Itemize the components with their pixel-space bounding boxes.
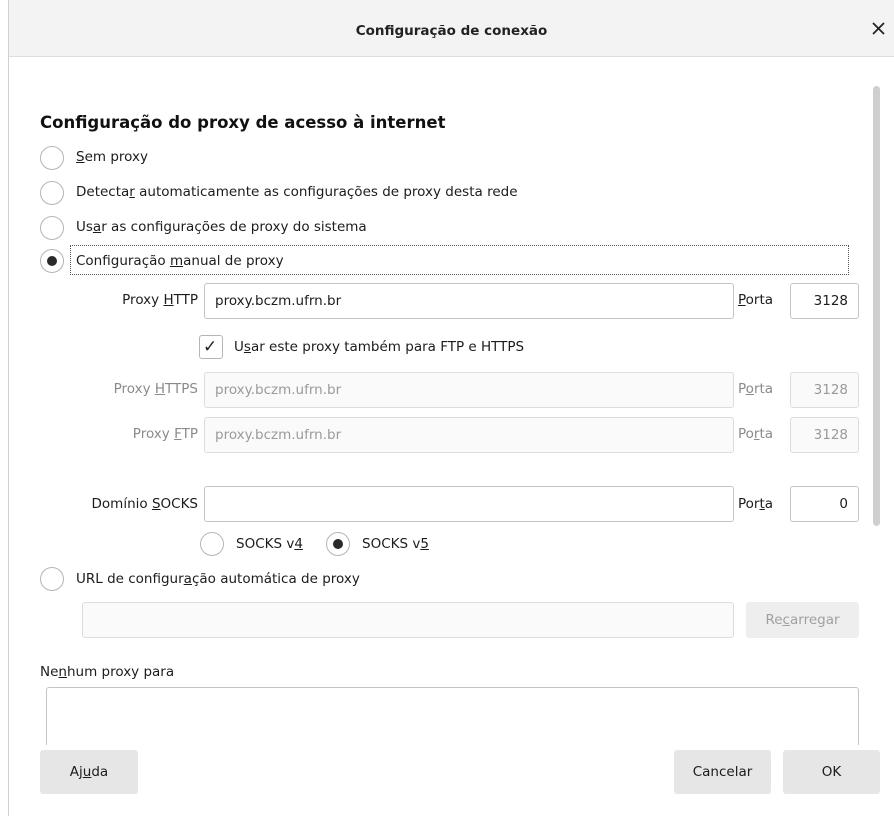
https-port-label: Porta	[738, 381, 774, 397]
close-icon[interactable]	[868, 16, 890, 40]
radio-no-proxy[interactable]	[40, 146, 64, 170]
ftp-port-input: 3128	[790, 417, 859, 453]
help-button[interactable]: Ajuda	[40, 750, 138, 794]
dialog-footer: Ajuda Cancelar OK	[9, 745, 894, 816]
radio-auto-detect[interactable]	[40, 181, 64, 205]
radio-manual-proxy-label[interactable]: Configuração manual de proxy	[76, 253, 284, 269]
section-heading: Configuração do proxy de acesso à intern…	[40, 113, 446, 132]
ftp-proxy-input: proxy.bczm.ufrn.br	[204, 417, 734, 453]
dialog-title: Configuração de conexão	[355, 23, 548, 39]
radio-auto-detect-label[interactable]: Detectar automaticamente as configuraçõe…	[76, 184, 518, 200]
radio-socks-v5-label[interactable]: SOCKS v5	[362, 536, 429, 552]
http-port-label: Porta	[738, 292, 774, 308]
auto-config-url-input	[82, 602, 734, 638]
socks-port-label: Porta	[738, 496, 774, 512]
http-proxy-input[interactable]: proxy.bczm.ufrn.br	[204, 283, 734, 319]
https-proxy-input: proxy.bczm.ufrn.br	[204, 372, 734, 408]
radio-auto-config-url[interactable]	[40, 567, 64, 591]
scrollbar-thumb[interactable]	[873, 86, 880, 526]
socks-host-label: Domínio SOCKS	[91, 496, 198, 512]
ftp-proxy-label: Proxy FTP	[132, 426, 198, 442]
socks-host-input[interactable]	[204, 486, 734, 522]
ftp-port-label: Porta	[738, 426, 774, 442]
cancel-button[interactable]: Cancelar	[674, 750, 771, 794]
radio-system-proxy-label[interactable]: Usar as configurações de proxy do sistem…	[76, 219, 367, 235]
http-proxy-label: Proxy HTTP	[122, 292, 198, 308]
radio-manual-proxy[interactable]	[40, 249, 64, 273]
ok-button[interactable]: OK	[783, 750, 880, 794]
also-use-proxy-label[interactable]: Usar este proxy também para FTP e HTTPS	[234, 339, 524, 355]
window-left-edge	[0, 0, 9, 816]
also-use-proxy-checkbox[interactable]: ✓	[199, 335, 223, 359]
checkmark-icon: ✓	[203, 337, 218, 357]
no-proxy-for-label: Nenhum proxy para	[40, 664, 175, 680]
radio-no-proxy-label[interactable]: Sem proxy	[76, 149, 148, 165]
radio-socks-v4[interactable]	[200, 532, 224, 556]
title-bar: Configuração de conexão	[9, 0, 894, 57]
radio-socks-v4-label[interactable]: SOCKS v4	[236, 536, 303, 552]
https-proxy-label: Proxy HTTPS	[113, 381, 198, 397]
https-port-input: 3128	[790, 372, 859, 408]
reload-button: Recarregar	[746, 602, 859, 638]
radio-system-proxy[interactable]	[40, 216, 64, 240]
socks-port-input[interactable]: 0	[790, 486, 859, 522]
radio-socks-v5[interactable]	[326, 532, 350, 556]
http-port-input[interactable]: 3128	[790, 283, 859, 319]
radio-auto-config-url-label[interactable]: URL de configuração automática de proxy	[76, 571, 360, 587]
